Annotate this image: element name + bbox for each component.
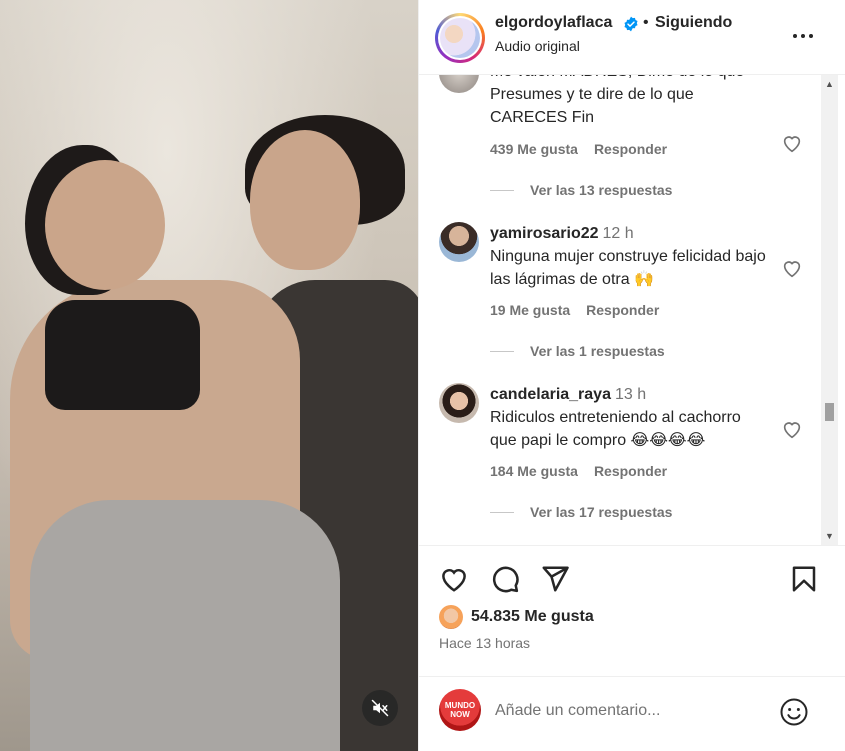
comment-username[interactable]: candelaria_raya xyxy=(490,386,611,403)
comment-input[interactable] xyxy=(495,697,765,725)
author-username[interactable]: elgordoylaflaca xyxy=(495,14,612,32)
heart-icon[interactable] xyxy=(439,564,469,594)
liker-avatar xyxy=(439,605,463,629)
scroll-down-icon[interactable]: ▼ xyxy=(825,531,834,541)
comment-likes[interactable]: 19 Me gusta xyxy=(490,302,570,318)
comment-composer: MUNDO NOW xyxy=(419,676,845,751)
emoji-icon[interactable] xyxy=(779,697,809,727)
post-detail-panel: elgordoylaflaca • Siguiendo Audio origin… xyxy=(418,0,845,751)
media-figure xyxy=(45,300,200,410)
comment-time: 12 h xyxy=(602,225,634,242)
media-figure xyxy=(30,500,340,751)
comment-meta: 184 Me gusta Responder xyxy=(490,463,667,479)
following-button[interactable]: Siguiendo xyxy=(655,14,732,32)
header-separator: • xyxy=(643,14,649,31)
heart-icon[interactable] xyxy=(781,132,803,154)
comment-text: Me valen MADRES, Dime de lo que Presumes… xyxy=(490,75,744,126)
likes-count[interactable]: 54.835 Me gusta xyxy=(471,608,594,626)
comment-text: yamirosario22 12 h Ninguna mujer construy… xyxy=(490,225,766,288)
view-replies-button[interactable]: Ver las 17 respuestas xyxy=(490,504,672,520)
verified-badge-icon xyxy=(624,16,638,32)
more-options-icon[interactable] xyxy=(791,26,815,46)
reply-button[interactable]: Responder xyxy=(586,302,659,318)
heart-icon[interactable] xyxy=(781,418,803,440)
comment-text: candelaria_raya 13 h Ridiculos entretenie… xyxy=(490,386,741,449)
comment-likes[interactable]: 184 Me gusta xyxy=(490,463,578,479)
likes-summary[interactable]: 54.835 Me gusta xyxy=(439,604,594,630)
comment-meta: 439 Me gusta Responder xyxy=(490,141,667,157)
scroll-up-icon[interactable]: ▲ xyxy=(825,79,834,89)
comment-time: 13 h xyxy=(614,386,647,403)
post-media[interactable] xyxy=(0,0,418,751)
comment-username[interactable]: yamirosario22 xyxy=(490,225,599,242)
scrollbar-thumb[interactable] xyxy=(825,403,834,421)
post-actions: 54.835 Me gusta Hace 13 horas MUNDO NOW xyxy=(419,545,845,751)
post-header: elgordoylaflaca • Siguiendo Audio origin… xyxy=(419,0,845,75)
comment-bubble-icon[interactable] xyxy=(490,564,520,594)
media-figure xyxy=(250,130,360,270)
audio-link[interactable]: Audio original xyxy=(495,38,580,54)
paper-plane-icon[interactable] xyxy=(540,564,570,594)
viewer-avatar: MUNDO NOW xyxy=(439,689,481,731)
comment-avatar[interactable] xyxy=(439,222,479,262)
comments-scrollbar[interactable]: ▲ ▼ xyxy=(821,75,838,545)
comment-avatar[interactable] xyxy=(439,383,479,423)
comment-avatar[interactable] xyxy=(439,75,479,93)
reply-button[interactable]: Responder xyxy=(594,463,667,479)
heart-icon[interactable] xyxy=(781,257,803,279)
comment-likes[interactable]: 439 Me gusta xyxy=(490,141,578,157)
author-avatar[interactable] xyxy=(435,13,485,63)
media-figure xyxy=(45,160,165,290)
bookmark-icon[interactable] xyxy=(789,564,819,594)
view-replies-button[interactable]: Ver las 1 respuestas xyxy=(490,343,665,359)
view-replies-button[interactable]: Ver las 13 respuestas xyxy=(490,182,672,198)
comment-meta: 19 Me gusta Responder xyxy=(490,302,659,318)
reply-button[interactable]: Responder xyxy=(594,141,667,157)
post-time: Hace 13 horas xyxy=(439,635,531,651)
mute-button[interactable] xyxy=(362,690,398,726)
muted-speaker-icon xyxy=(371,699,389,717)
comments-list: Me valen MADRES, Dime de lo que Presumes… xyxy=(419,75,845,545)
